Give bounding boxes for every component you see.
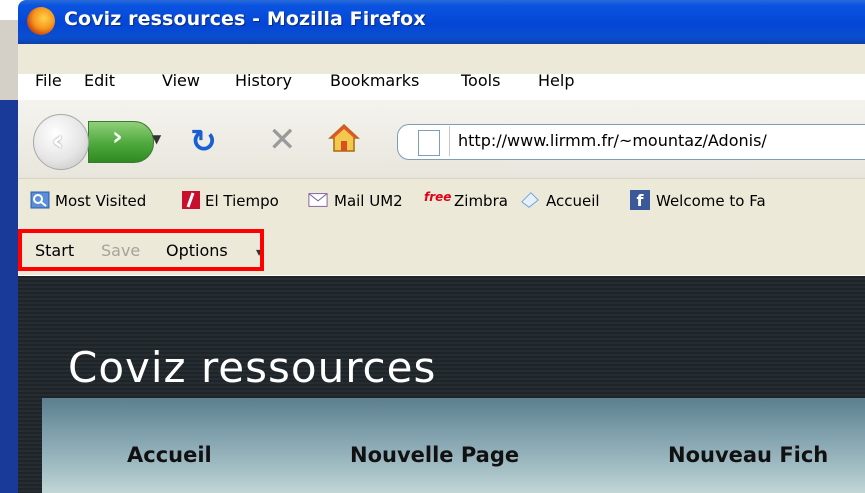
bookmark-facebook[interactable]: Welcome to Fa [656, 192, 766, 210]
menu-bookmarks[interactable]: Bookmarks [330, 71, 419, 90]
back-icon: ‹ [52, 124, 64, 157]
window-title: Coviz ressources - Mozilla Firefox [64, 8, 426, 30]
stop-icon[interactable]: ✕ [268, 120, 297, 160]
bookmark-zimbra[interactable]: Zimbra [454, 192, 508, 210]
mail-icon [308, 193, 328, 207]
menu-help[interactable]: Help [538, 71, 574, 90]
zimbra-icon: free [424, 190, 452, 204]
history-dropdown-icon[interactable]: ▼ [152, 132, 161, 146]
page-icon [418, 130, 440, 156]
menu-tools[interactable]: Tools [461, 71, 500, 90]
most-visited-icon [30, 191, 50, 209]
url-separator [449, 126, 450, 156]
highlight-box [18, 229, 264, 271]
home-icon[interactable] [328, 122, 360, 154]
menu-history[interactable]: History [235, 71, 292, 90]
menu-view[interactable]: View [162, 71, 200, 90]
bookmark-el-tiempo[interactable]: El Tiempo [205, 192, 279, 210]
site-title: Coviz ressources [68, 343, 437, 392]
el-tiempo-icon [182, 191, 200, 209]
site-nav-nouveau-fichier[interactable]: Nouveau Fich [668, 443, 828, 467]
menu-edit[interactable]: Edit [84, 71, 115, 90]
facebook-icon: f [630, 190, 650, 210]
site-nav-nouvelle-page[interactable]: Nouvelle Page [350, 443, 519, 467]
site-nav-accueil[interactable]: Accueil [127, 443, 212, 467]
menu-file[interactable]: File [35, 71, 62, 90]
url-text[interactable]: http://www.lirmm.fr/~mountaz/Adonis/ [458, 131, 767, 150]
menu-bar [18, 44, 865, 74]
window-edge [0, 20, 18, 100]
bookmark-accueil[interactable]: Accueil [546, 192, 600, 210]
firefox-icon [27, 7, 55, 35]
window-left-border [0, 100, 18, 493]
bookmark-mail-um2[interactable]: Mail UM2 [334, 192, 403, 210]
forward-icon: › [112, 122, 123, 152]
accueil-icon [521, 192, 539, 208]
bookmark-most-visited[interactable]: Most Visited [55, 192, 146, 210]
reload-icon[interactable]: ↻ [190, 122, 217, 160]
